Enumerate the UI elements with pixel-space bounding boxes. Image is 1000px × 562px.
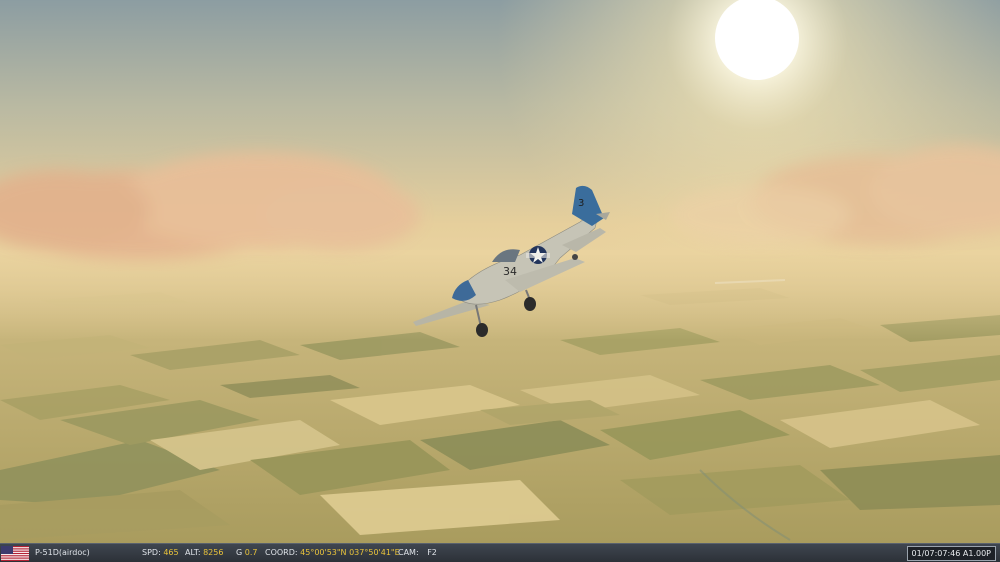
camera-label: CAM: xyxy=(398,548,419,557)
coordinates-value: 45°00'53"N 037°50'41"E xyxy=(300,548,400,557)
tail-number: 3 xyxy=(578,198,584,209)
altitude-readout: ALT: 8256 xyxy=(185,548,223,558)
g-force-readout: G 0.7 xyxy=(236,548,257,558)
coordinates-readout: COORD: 45°00'53"N 037°50'41"E xyxy=(265,548,400,558)
speed-label: SPD: xyxy=(142,548,161,557)
g-force-value: 0.7 xyxy=(244,548,258,557)
flight-view[interactable]: 34 3 xyxy=(0,0,1000,543)
scene-canvas: 34 3 xyxy=(0,0,1000,543)
nose-number: 34 xyxy=(503,265,517,278)
us-flag-icon xyxy=(1,546,29,561)
speed-value: 465 xyxy=(163,548,179,557)
coordinates-label: COORD: xyxy=(265,548,298,557)
mission-clock: 01/07:07:46 A1.00P xyxy=(906,546,996,561)
camera-readout: CAM: F2 xyxy=(398,548,437,558)
speed-readout: SPD: 465 xyxy=(142,548,179,558)
aircraft-label: P-51D(airdoc) xyxy=(35,548,90,557)
altitude-value: 8256 xyxy=(203,548,224,557)
altitude-label: ALT: xyxy=(185,548,201,557)
status-bar: P-51D(airdoc) SPD: 465 ALT: 8256 G 0.7 C… xyxy=(0,543,1000,562)
camera-value: F2 xyxy=(427,548,437,557)
g-force-label: G xyxy=(236,548,243,557)
